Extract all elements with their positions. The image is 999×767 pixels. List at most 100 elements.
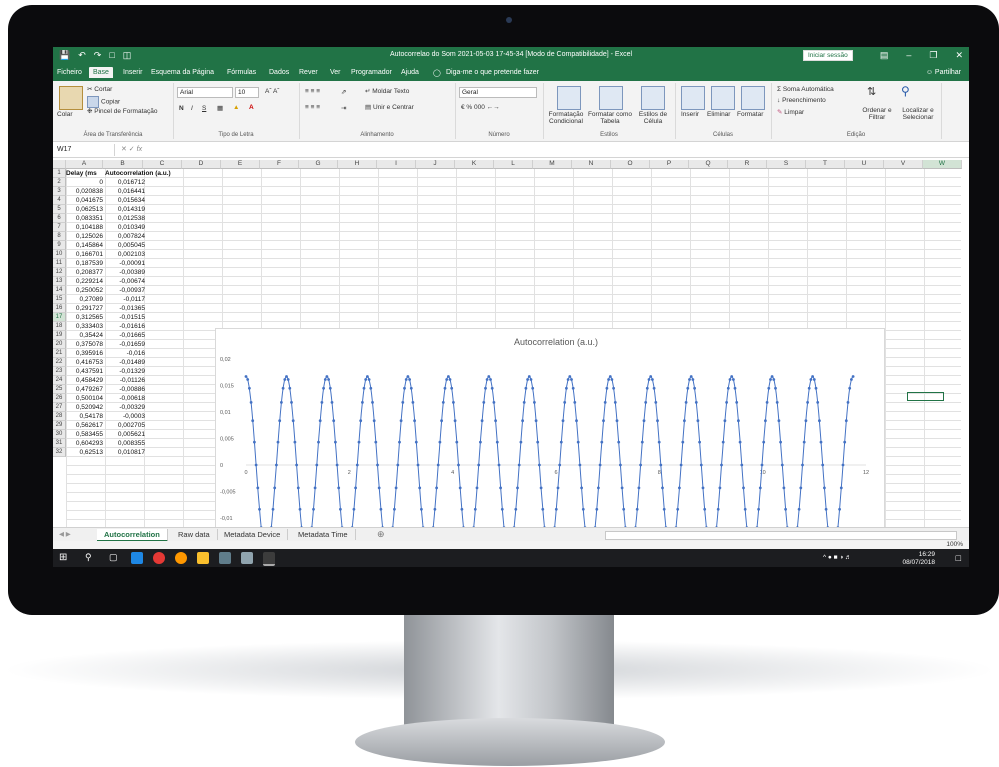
cell-autocorrelation[interactable]: 0,005045 xyxy=(105,241,145,250)
column-header-b[interactable]: B xyxy=(103,160,143,169)
autosum-button[interactable]: Σ Soma Automática xyxy=(777,86,834,93)
tab-formulas[interactable]: Fórmulas xyxy=(227,69,256,76)
tab-review[interactable]: Rever xyxy=(299,69,318,76)
cell-delay[interactable]: 0,35424 xyxy=(66,331,104,340)
cell-autocorrelation[interactable]: 0,005621 xyxy=(105,430,145,439)
cell-autocorrelation[interactable]: -0,01489 xyxy=(105,358,145,367)
cell-delay[interactable]: 0,583455 xyxy=(66,430,103,439)
cell-autocorrelation[interactable]: -0,01659 xyxy=(105,340,145,349)
cell-autocorrelation[interactable]: -0,0117 xyxy=(105,295,145,304)
cell-autocorrelation[interactable]: -0,00937 xyxy=(105,286,145,295)
name-box[interactable]: W17 xyxy=(53,144,115,156)
orientation-icon[interactable]: ⇗ xyxy=(341,88,346,96)
horizontal-scrollbar[interactable] xyxy=(605,531,957,540)
sheet-tab-raw-data[interactable]: Raw data xyxy=(171,529,218,540)
cell-delay[interactable]: 0,27089 xyxy=(66,295,104,304)
excel-taskbar-icon[interactable] xyxy=(263,552,275,566)
tab-data[interactable]: Dados xyxy=(269,69,289,76)
sheet-tab-metadata-device[interactable]: Metadata Device xyxy=(217,529,289,540)
merge-center-button[interactable]: ▤ Unir e Centrar xyxy=(365,103,414,111)
cell-autocorrelation[interactable]: -0,01665 xyxy=(105,331,145,340)
format-button[interactable]: Formatar xyxy=(737,111,763,118)
indent-icon[interactable]: ⇥ xyxy=(341,104,346,112)
cell-delay[interactable]: 0,312565 xyxy=(66,313,103,322)
row-header[interactable]: 11 xyxy=(53,259,66,268)
row-header[interactable]: 3 xyxy=(53,187,66,196)
cell-delay[interactable]: 0,020838 xyxy=(66,187,103,196)
cell-delay[interactable]: 0,395916 xyxy=(66,349,103,358)
cell-styles-icon[interactable] xyxy=(641,86,665,110)
cell-autocorrelation[interactable]: Autocorrelation (a.u.) xyxy=(105,169,171,178)
select-all-corner[interactable] xyxy=(53,160,66,169)
row-header[interactable]: 26 xyxy=(53,394,66,403)
column-header-a[interactable]: A xyxy=(66,160,103,169)
add-sheet-icon[interactable]: ⊕ xyxy=(377,529,385,540)
row-header[interactable]: 24 xyxy=(53,376,66,385)
delete-button[interactable]: Eliminar xyxy=(707,111,730,118)
row-header[interactable]: 4 xyxy=(53,196,66,205)
cell-autocorrelation[interactable]: 0,016712 xyxy=(105,178,145,187)
row-header[interactable]: 17 xyxy=(53,313,66,322)
row-header[interactable]: 19 xyxy=(53,331,66,340)
cell-autocorrelation[interactable]: -0,00329 xyxy=(105,403,145,412)
font-size-select[interactable]: 10 xyxy=(235,87,259,98)
taskbar-clock[interactable]: 16:29 08/07/2018 xyxy=(902,551,935,567)
column-header-l[interactable]: L xyxy=(494,160,533,169)
fill-button[interactable]: ↓ Preenchimento xyxy=(777,97,826,104)
conditional-format-button[interactable]: Formatação Condicional xyxy=(545,111,587,125)
fx-icon[interactable]: ✕ ✓ fx xyxy=(121,145,142,153)
column-header-g[interactable]: G xyxy=(299,160,338,169)
cell-delay[interactable]: 0,520942 xyxy=(66,403,103,412)
number-format-select[interactable]: Geral xyxy=(459,87,537,98)
restore-icon[interactable]: ❐ xyxy=(929,50,937,61)
cell-autocorrelation[interactable]: 0,015634 xyxy=(105,196,145,205)
tell-me-search[interactable]: Diga-me o que pretende fazer xyxy=(446,69,539,76)
row-header[interactable]: 27 xyxy=(53,403,66,412)
cell-delay[interactable]: 0,604293 xyxy=(66,439,103,448)
zoom-level[interactable]: 100% xyxy=(946,541,963,548)
column-header-u[interactable]: U xyxy=(845,160,884,169)
cell-delay[interactable]: 0,145864 xyxy=(66,241,103,250)
paste-icon[interactable] xyxy=(59,86,83,110)
cell-autocorrelation[interactable]: 0,002705 xyxy=(105,421,145,430)
format-table-icon[interactable] xyxy=(599,86,623,110)
conditional-format-icon[interactable] xyxy=(557,86,581,110)
insert-cells-icon[interactable] xyxy=(681,86,705,110)
cell-autocorrelation[interactable]: 0,008355 xyxy=(105,439,145,448)
row-header[interactable]: 12 xyxy=(53,268,66,277)
column-header-r[interactable]: R xyxy=(728,160,767,169)
cell-autocorrelation[interactable]: -0,00091 xyxy=(105,259,145,268)
column-header-f[interactable]: F xyxy=(260,160,299,169)
find-select-button[interactable]: Localizar e Selecionar xyxy=(895,107,941,121)
column-header-n[interactable]: N xyxy=(572,160,611,169)
italic-button[interactable]: I xyxy=(191,105,193,112)
align-left-icon[interactable]: ≡ ≡ ≡ xyxy=(305,104,320,111)
cell-delay[interactable]: 0,437591 xyxy=(66,367,103,376)
cell-delay[interactable]: 0,104188 xyxy=(66,223,103,232)
format-cells-icon[interactable] xyxy=(741,86,765,110)
cell-delay[interactable]: 0,375078 xyxy=(66,340,103,349)
column-header-e[interactable]: E xyxy=(221,160,260,169)
search-taskbar-icon[interactable]: ⚲ xyxy=(85,552,92,563)
insert-button[interactable]: Inserir xyxy=(681,111,699,118)
column-header-j[interactable]: J xyxy=(416,160,455,169)
column-header-k[interactable]: K xyxy=(455,160,494,169)
wrap-text-button[interactable]: ↵ Moldar Texto xyxy=(365,87,409,95)
worksheet-grid[interactable]: ABCDEFGHIJKLMNOPQRSTUVW 1 2 3 4 5 6 7 8 9 10 11 12 1… xyxy=(53,160,962,567)
row-header[interactable]: 13 xyxy=(53,277,66,286)
column-header-i[interactable]: I xyxy=(377,160,416,169)
cell-delay[interactable]: 0,187539 xyxy=(66,259,103,268)
paint-icon[interactable] xyxy=(241,552,253,564)
clear-button[interactable]: ✎ Limpar xyxy=(777,108,804,116)
row-header[interactable]: 21 xyxy=(53,349,66,358)
cell-autocorrelation[interactable]: 0,012538 xyxy=(105,214,145,223)
column-header-q[interactable]: Q xyxy=(689,160,728,169)
task-view-icon[interactable]: ▢ xyxy=(109,552,118,563)
cell-autocorrelation[interactable]: -0,01365 xyxy=(105,304,145,313)
firefox-icon[interactable] xyxy=(175,552,187,564)
cell-delay[interactable]: 0,458429 xyxy=(66,376,103,385)
tab-developer[interactable]: Programador xyxy=(351,69,392,76)
underline-button[interactable]: S xyxy=(202,105,206,112)
font-grow-icon[interactable]: Aˆ Aˇ xyxy=(265,88,279,95)
bold-button[interactable]: N xyxy=(179,105,184,112)
